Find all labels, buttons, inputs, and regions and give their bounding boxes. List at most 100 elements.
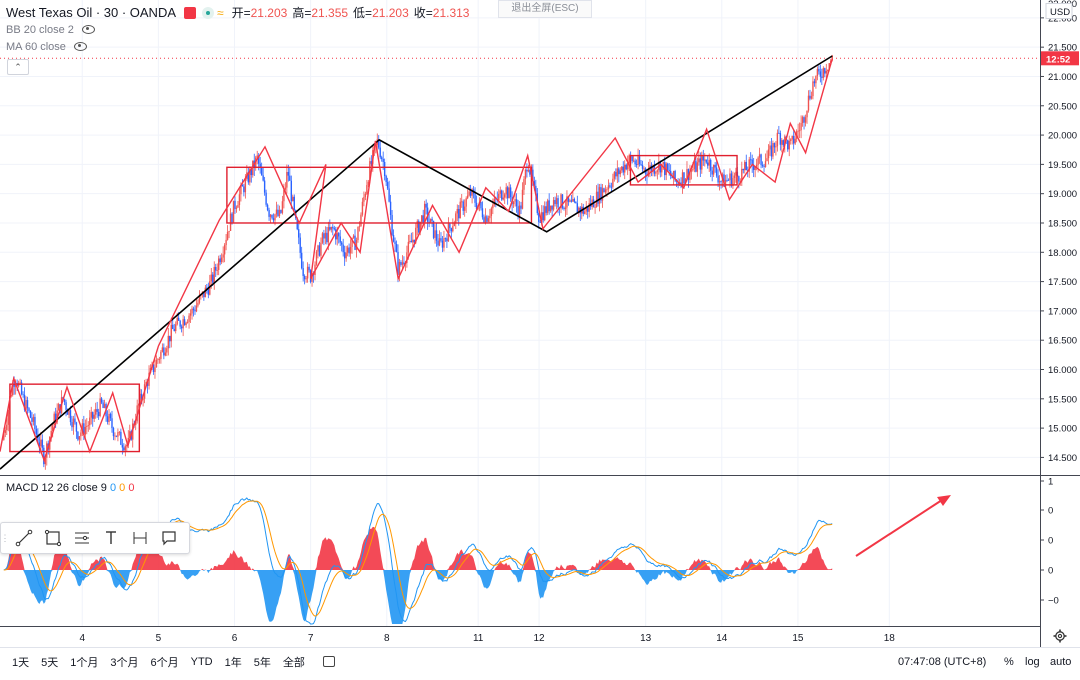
candle-body	[548, 200, 550, 212]
clock-readout[interactable]: 07:47:08 (UTC+8)	[898, 656, 986, 668]
candle-body	[93, 414, 95, 419]
eye-icon[interactable]	[81, 25, 95, 34]
timeframe-ytd[interactable]: YTD	[191, 656, 213, 668]
candle-body	[603, 188, 605, 193]
rectangle-icon[interactable]	[38, 524, 67, 552]
candle-body	[640, 164, 642, 166]
price-tick-label: 17.000	[1048, 306, 1077, 317]
candle-body	[659, 161, 662, 173]
candle-body	[733, 175, 736, 179]
candle-body	[332, 226, 334, 229]
candle-body	[357, 227, 359, 241]
candle-body	[329, 227, 331, 230]
price-tick-label: 18.000	[1048, 248, 1077, 259]
fib-lines-icon[interactable]	[67, 524, 96, 552]
timeframe-1d[interactable]: 1天	[12, 654, 29, 670]
callout-icon[interactable]	[154, 524, 183, 552]
candle-body	[290, 180, 293, 202]
timeframe-6m[interactable]: 6个月	[151, 654, 179, 670]
candle-body	[681, 172, 684, 187]
drag-handle-icon[interactable]: ⋮	[1, 523, 10, 553]
candle-body	[514, 199, 516, 202]
candle-body	[486, 216, 488, 222]
candle-body	[231, 213, 233, 223]
collapse-legend-button[interactable]: ⌃	[7, 59, 29, 75]
indicator-ma[interactable]: MA 60 close	[6, 38, 474, 55]
candle-body	[89, 417, 91, 426]
candle-body	[80, 432, 82, 437]
candle-body	[515, 199, 518, 207]
time-tick-label: 8	[384, 633, 390, 644]
candle-body	[610, 186, 613, 188]
exit-fullscreen-button[interactable]: 退出全屏(ESC)	[498, 0, 592, 18]
macd-up-arrow[interactable]	[855, 499, 943, 557]
candle-body	[704, 159, 706, 161]
candle-body	[502, 197, 504, 200]
candle-body	[441, 240, 444, 248]
candle-body	[794, 138, 796, 144]
candle-body	[94, 409, 97, 415]
candle-body	[392, 235, 395, 242]
candle-body	[730, 173, 733, 186]
timeframe-1m[interactable]: 1个月	[70, 654, 98, 670]
timeframe-all[interactable]: 全部	[283, 654, 305, 670]
chart-svg[interactable]: 14.500 15.000 15.500 16.000 16.500 17.000 17.5…	[0, 0, 1080, 675]
compare-icon[interactable]: ≈	[217, 6, 224, 20]
candle-body	[601, 188, 604, 201]
candle-body	[102, 402, 104, 408]
price-tick-label: 17.500	[1048, 277, 1077, 288]
timeframe-5d[interactable]: 5天	[41, 654, 58, 670]
candle-body	[766, 158, 768, 162]
candle-body	[421, 215, 423, 222]
candle-body	[466, 195, 469, 199]
candle-body	[299, 237, 301, 253]
percent-scale-toggle[interactable]: %	[1004, 656, 1014, 668]
candle-body	[474, 194, 476, 203]
calendar-icon[interactable]	[322, 656, 335, 667]
candle-body	[383, 161, 386, 176]
trend-line-icon[interactable]	[9, 524, 38, 552]
timeframe-5y[interactable]: 5年	[254, 654, 271, 670]
candle-body	[655, 171, 657, 174]
timeframe-1y[interactable]: 1年	[225, 654, 242, 670]
candle-body	[782, 140, 785, 146]
chart-area[interactable]: 14.500 15.000 15.500 16.000 16.500 17.000 17.5…	[0, 0, 1080, 675]
candle-body	[770, 145, 773, 157]
candle-body	[348, 247, 350, 254]
candle-body	[121, 444, 124, 448]
candle-body	[75, 422, 78, 432]
macd-tick-label: 1	[1048, 477, 1053, 488]
candle-body	[588, 203, 590, 212]
candle-body	[764, 161, 767, 167]
candle-body	[364, 193, 367, 198]
candle-body	[32, 416, 35, 422]
countdown-label: 12:52	[1046, 54, 1070, 65]
candle-body	[458, 209, 460, 219]
candle-body	[520, 205, 522, 209]
measure-icon[interactable]	[125, 524, 154, 552]
candle-body	[326, 232, 328, 243]
candle-body	[286, 171, 288, 188]
candle-body	[235, 207, 238, 209]
indicator-bb[interactable]: BB 20 close 2	[6, 21, 474, 38]
candle-body	[361, 201, 364, 215]
text-icon[interactable]	[96, 524, 125, 552]
macd-legend: MACD 12 26 close 9 0 0 0	[6, 482, 135, 494]
macd-tick-label: −0	[1048, 596, 1059, 607]
black-zigzag[interactable]	[0, 55, 833, 470]
candle-body	[188, 315, 190, 322]
candle-body	[613, 172, 616, 179]
timeframe-3m[interactable]: 3个月	[110, 654, 138, 670]
candle-body	[729, 173, 731, 181]
candle-body	[112, 428, 115, 437]
red-zigzag[interactable]	[0, 58, 833, 463]
candle-body	[440, 238, 442, 241]
candle-body	[505, 187, 507, 195]
candle-body	[638, 156, 641, 165]
candle-body	[232, 200, 235, 223]
symbol-title[interactable]: West Texas Oil · 30 · OANDA	[6, 5, 176, 20]
eye-icon[interactable]	[73, 42, 87, 51]
log-scale-toggle[interactable]: log	[1025, 656, 1040, 668]
auto-scale-toggle[interactable]: auto	[1050, 656, 1071, 668]
settings-gear-icon[interactable]	[1053, 629, 1067, 643]
